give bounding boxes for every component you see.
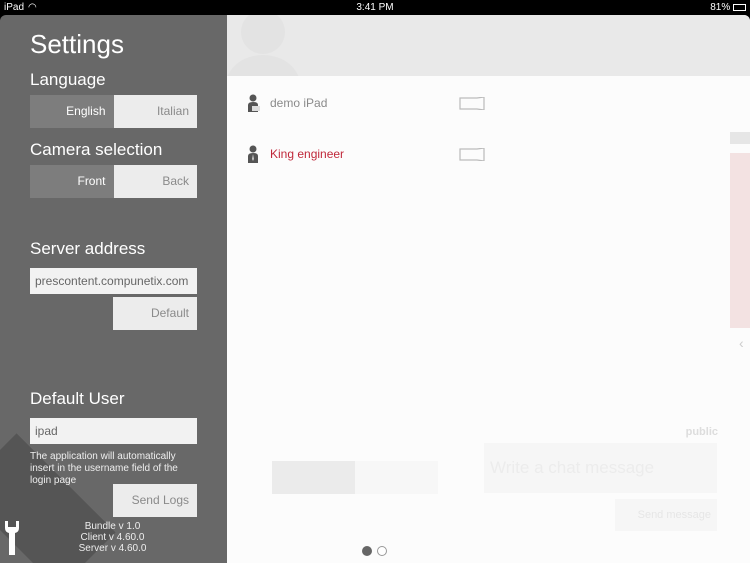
default-user-note: The application will automatically inser… (30, 451, 178, 486)
participant-name: King engineer (270, 147, 345, 161)
side-tab (730, 132, 750, 144)
camera-back-button[interactable]: Back (113, 165, 197, 198)
send-message-button[interactable]: Send message (615, 499, 717, 531)
camera-label: Camera selection (30, 140, 163, 159)
battery: 81% (710, 0, 746, 15)
default-server-button[interactable]: Default (113, 297, 197, 330)
camera-segment: Front Back (30, 165, 197, 198)
page-indicator[interactable] (362, 546, 387, 556)
avatar-placeholder-icon (227, 15, 299, 76)
wrench-icon[interactable] (4, 521, 20, 555)
video-camera-icon[interactable] (459, 96, 485, 110)
conference-panel: demo iPad King engineer ‹ public Write a… (227, 15, 750, 563)
language-segment: English Italian (30, 95, 197, 128)
user-tie-icon (248, 145, 258, 163)
chat-channel-label: public (685, 426, 718, 438)
participant-row[interactable]: King engineer (247, 142, 485, 166)
settings-panel: Settings Language English Italian Camera… (0, 15, 227, 563)
clock: 3:41 PM (356, 2, 394, 13)
settings-title: Settings (30, 29, 124, 59)
language-label: Language (30, 70, 106, 89)
server-label: Server address (30, 239, 146, 258)
battery-icon (733, 3, 746, 11)
status-bar: iPad ◠ 3:41 PM 81% (0, 0, 750, 15)
chevron-left-icon[interactable]: ‹ (739, 335, 744, 351)
video-camera-icon[interactable] (459, 147, 485, 161)
page-dot[interactable] (377, 546, 387, 556)
camera-front-button[interactable]: Front (30, 165, 114, 198)
default-user-input[interactable]: ipad (30, 418, 197, 444)
send-logs-button[interactable]: Send Logs (113, 484, 197, 517)
default-user-label: Default User (30, 389, 125, 408)
user-header (227, 15, 750, 76)
participant-name: demo iPad (270, 96, 328, 110)
bundle-version: Bundle v 1.0 (84, 521, 141, 532)
server-address-input[interactable]: prescontent.compunetix.com (30, 268, 197, 294)
client-version: Client v 4.60.0 (80, 532, 145, 543)
server-version: Server v 4.60.0 (78, 543, 147, 554)
chat-input[interactable]: Write a chat message (484, 443, 717, 493)
battery-percent: 81% (710, 2, 731, 13)
faded-tab-button[interactable] (272, 461, 355, 494)
language-english-button[interactable]: English (30, 95, 114, 128)
user-ipad-icon (248, 94, 260, 112)
participant-row[interactable]: demo iPad (247, 91, 485, 115)
language-italian-button[interactable]: Italian (113, 95, 197, 128)
faded-tab-button[interactable] (355, 461, 438, 494)
page-dot-active[interactable] (362, 546, 372, 556)
side-video-strip (730, 153, 750, 328)
version-info: Bundle v 1.0 Client v 4.60.0 Server v 4.… (50, 521, 175, 554)
